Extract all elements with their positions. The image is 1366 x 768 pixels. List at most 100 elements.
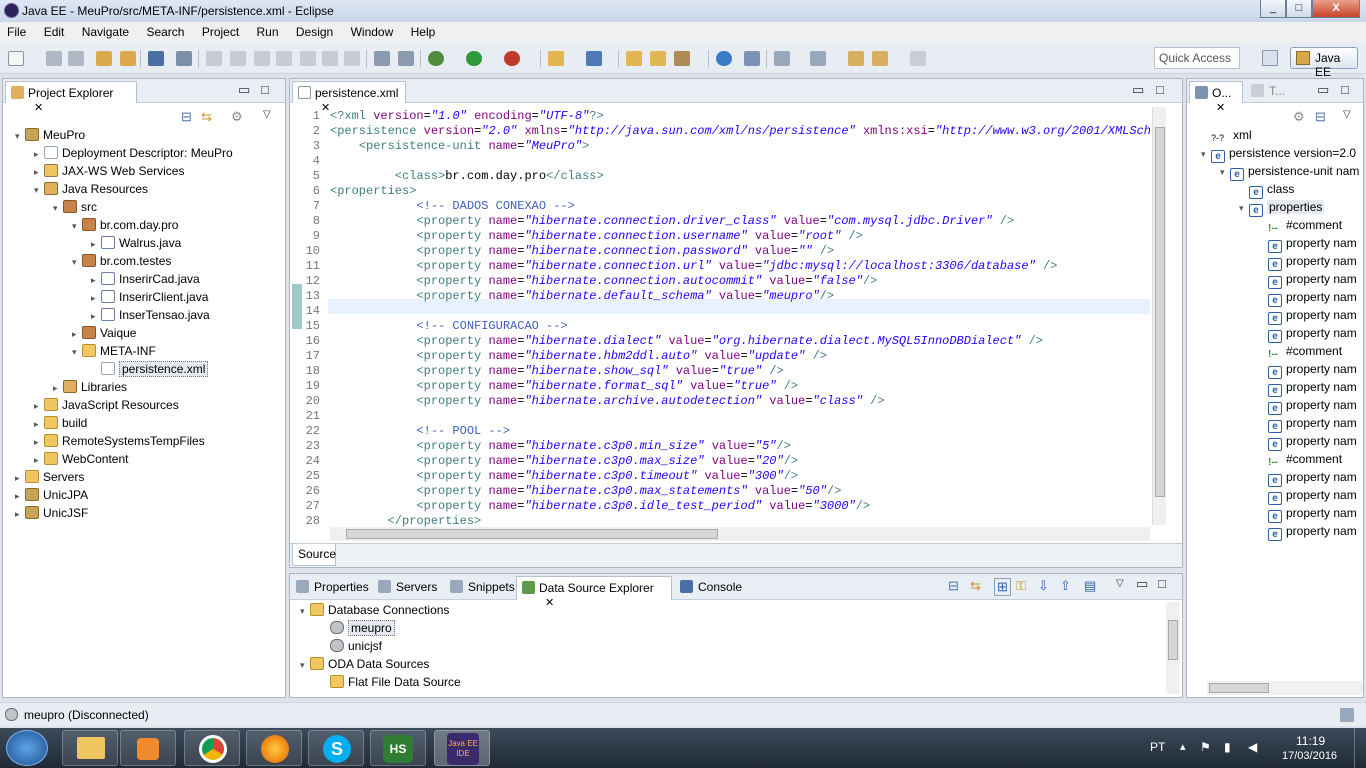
menu-project[interactable]: Project	[195, 22, 246, 39]
connect-icon[interactable]: ⚿	[1016, 578, 1026, 594]
volume-icon[interactable]: ◀	[1248, 740, 1257, 754]
open-task-icon[interactable]	[650, 51, 666, 66]
external-tools-icon[interactable]	[504, 51, 520, 66]
view-menu-icon[interactable]: ▽	[263, 109, 271, 120]
collapse-all-icon[interactable]: ⊟	[181, 109, 192, 125]
skip-breakpoints-icon[interactable]	[176, 51, 192, 66]
collapse-arrow-icon[interactable]: ▾	[15, 127, 25, 145]
language-indicator[interactable]: PT	[1150, 740, 1165, 754]
terminate-icon[interactable]	[254, 51, 270, 66]
expand-arrow-icon[interactable]: ▸	[34, 451, 44, 469]
forward-icon[interactable]	[910, 51, 926, 66]
expand-arrow-icon[interactable]: ▸	[91, 235, 101, 253]
tree-item[interactable]: ▾ Java Resources	[34, 180, 148, 198]
console-icon[interactable]	[148, 51, 164, 66]
scroll-thumb[interactable]	[346, 529, 718, 539]
expand-arrow-icon[interactable]: ▸	[15, 487, 25, 505]
tree-item[interactable]: e property nam	[1258, 324, 1357, 343]
collapse-arrow-icon[interactable]: ▾	[300, 656, 310, 674]
vertical-scrollbar[interactable]	[1166, 602, 1180, 694]
collapse-arrow-icon[interactable]: ▾	[1220, 163, 1230, 181]
tree-item[interactable]: !-- #comment	[1258, 450, 1342, 470]
minimize-view-icon[interactable]: ▭	[238, 82, 250, 98]
open-folder-icon[interactable]	[626, 51, 642, 66]
collapse-arrow-icon[interactable]: ▾	[53, 199, 63, 217]
tree-item[interactable]: e class	[1239, 180, 1294, 199]
menu-window[interactable]: Window	[344, 22, 401, 39]
collapse-arrow-icon[interactable]: ▾	[72, 253, 82, 271]
collapse-arrow-icon[interactable]: ▾	[1239, 199, 1249, 217]
expand-arrow-icon[interactable]: ▸	[91, 307, 101, 325]
menu-help[interactable]: Help	[404, 22, 443, 39]
tree-item[interactable]: unicjsf	[320, 637, 382, 655]
tab-persistence-xml[interactable]: persistence.xml ✕	[292, 81, 406, 114]
export-icon[interactable]: ⇧	[1060, 578, 1071, 594]
save-all-icon[interactable]	[68, 51, 84, 66]
tree-item[interactable]: ?-? xml	[1201, 126, 1252, 144]
tree-item[interactable]: e property nam	[1258, 234, 1357, 253]
tree-item[interactable]: ▸ InserirCad.java	[91, 270, 200, 288]
tree-item[interactable]: e property nam	[1258, 396, 1357, 415]
search-tool-icon[interactable]	[674, 51, 690, 66]
close-icon[interactable]: ✕	[34, 102, 43, 114]
hs-taskbar-icon[interactable]: HS	[370, 730, 426, 766]
network-icon[interactable]: ▮	[1224, 740, 1231, 754]
skype-taskbar-icon[interactable]: S	[308, 730, 364, 766]
minimize-view-icon[interactable]: ▭	[1132, 82, 1144, 98]
tree-item[interactable]: meupro	[320, 619, 395, 637]
collapse-arrow-icon[interactable]: ▾	[300, 602, 310, 620]
step-over-icon[interactable]	[322, 51, 338, 66]
expand-arrow-icon[interactable]: ▸	[34, 145, 44, 163]
expand-arrow-icon[interactable]: ▸	[72, 325, 82, 343]
close-button[interactable]: X	[1312, 0, 1360, 18]
collapse-arrow-icon[interactable]: ▾	[72, 217, 82, 235]
tab-task-list[interactable]: T...	[1251, 84, 1285, 98]
collapse-all-icon[interactable]: ⊟	[948, 578, 959, 594]
tree-item[interactable]: ▸ Walrus.java	[91, 234, 181, 252]
clock-date[interactable]: 17/03/2016	[1282, 750, 1337, 762]
tree-item[interactable]: ▸ build	[34, 414, 87, 432]
tree-item[interactable]: ▾ br.com.day.pro	[72, 216, 178, 234]
tree-item[interactable]: ▾ META-INF	[72, 342, 156, 360]
maximize-view-icon[interactable]: □	[1158, 576, 1166, 591]
minimize-button[interactable]: _	[1260, 0, 1286, 18]
chrome-taskbar-icon[interactable]	[184, 730, 240, 766]
menu-run[interactable]: Run	[250, 22, 286, 39]
tree-item[interactable]: ▾ ODA Data Sources	[300, 655, 429, 673]
tree-item[interactable]: ▸ InserTensao.java	[91, 306, 210, 324]
close-icon[interactable]: ✕	[1216, 102, 1225, 114]
menu-edit[interactable]: Edit	[37, 22, 72, 39]
back-icon[interactable]	[872, 51, 888, 66]
tab-servers[interactable]: Servers	[378, 580, 437, 594]
import-icon[interactable]: ⇩	[1038, 578, 1049, 594]
tree-item[interactable]: e property nam	[1258, 522, 1357, 541]
maximize-view-icon[interactable]: □	[261, 82, 269, 97]
tab-outline[interactable]: O... ✕	[1189, 81, 1243, 114]
tree-item[interactable]: ▸ Libraries	[53, 378, 127, 396]
clock-time[interactable]: 11:19	[1296, 734, 1325, 748]
code-editor[interactable]: 1 <?xml version="1.0" encoding="UTF-8"?> 2…	[290, 107, 1150, 527]
step-return-icon[interactable]	[344, 51, 360, 66]
quick-access-input[interactable]: Quick Access	[1154, 47, 1240, 69]
perspective-java-ee[interactable]: Java EE	[1290, 47, 1358, 79]
horizontal-scrollbar[interactable]	[1207, 681, 1363, 695]
tree-item[interactable]: e property nam	[1258, 414, 1357, 433]
minimize-view-icon[interactable]: ▭	[1317, 82, 1329, 98]
tab-data-source-explorer[interactable]: Data Source Explorer ✕	[516, 576, 672, 609]
filters-icon[interactable]: ⚙	[231, 109, 243, 125]
tree-item[interactable]: ▾ br.com.testes	[72, 252, 171, 270]
collapse-all-icon[interactable]: ⊟	[1315, 109, 1326, 125]
tree-item[interactable]: e property nam	[1258, 306, 1357, 325]
tree-item[interactable]: ▾ e persistence version=2.0	[1201, 144, 1356, 163]
tree-item[interactable]: ▸ Servers	[15, 468, 84, 486]
tree-item[interactable]: e property nam	[1258, 432, 1357, 451]
expand-arrow-icon[interactable]: ▸	[34, 415, 44, 433]
new-icon[interactable]	[8, 51, 24, 66]
tree-item[interactable]: e property nam	[1258, 252, 1357, 271]
tree-item[interactable]: ▸ RemoteSystemsTempFiles	[34, 432, 205, 450]
link-icon[interactable]: ⇆	[970, 578, 981, 594]
run-icon[interactable]	[466, 51, 482, 66]
tree-item[interactable]: ▸ JavaScript Resources	[34, 396, 179, 414]
expand-arrow-icon[interactable]: ▸	[15, 469, 25, 487]
minimize-view-icon[interactable]: ▭	[1136, 576, 1148, 592]
